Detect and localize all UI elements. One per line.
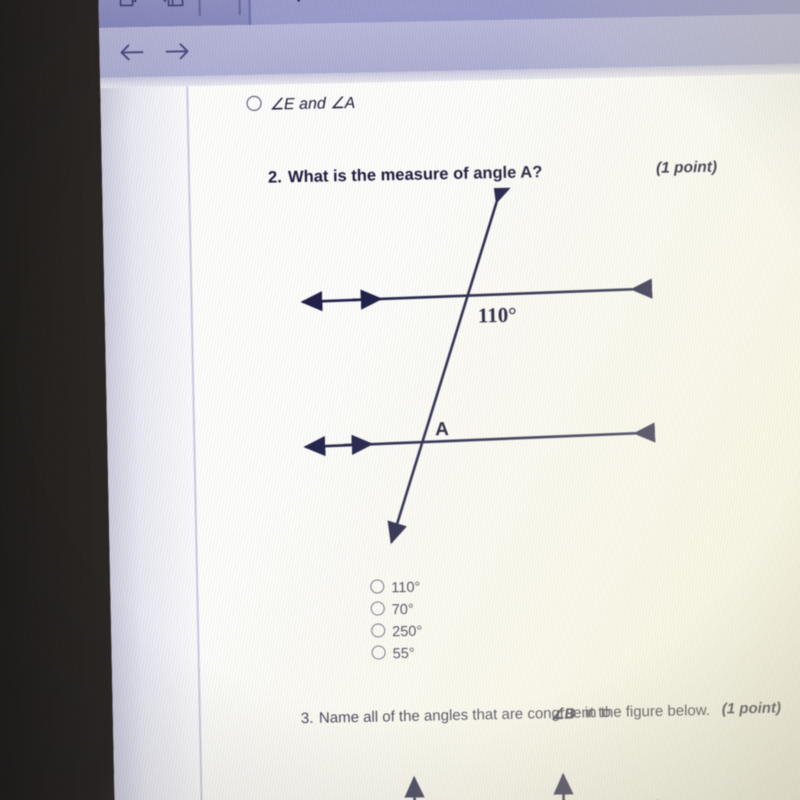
assessment-page: ∠E and ∠C ∠E and ∠A 2. What is the measu… [188, 72, 800, 800]
radio-button[interactable] [371, 623, 386, 638]
bottom-line-parallel-tick [343, 434, 374, 455]
angle-measure-label: 110° [478, 303, 517, 328]
option-row[interactable]: 70° [370, 601, 422, 624]
back-arrow-icon[interactable] [117, 39, 148, 66]
monitor-screen: Properties of Parallel Lines Practice - … [98, 0, 800, 800]
question-3-number: 3. [300, 709, 314, 728]
question-2-points: (1 point) [655, 158, 718, 177]
option-row[interactable]: 110° [370, 579, 421, 602]
question-3-points: (1 point) [721, 699, 782, 718]
browser-viewport: ∠E and ∠C ∠E and ∠A 2. What is the measu… [100, 72, 800, 800]
option-row[interactable]: 55° [371, 645, 422, 668]
parallel-lines-figure: 110° A [300, 184, 656, 545]
option-label: ∠E and ∠A [269, 94, 356, 114]
angle-b-text: ∠B [550, 705, 576, 724]
q3-vertical-line-right [553, 772, 574, 800]
radio-button[interactable] [370, 601, 385, 616]
windows-restore-icon[interactable] [116, 0, 143, 14]
question-3-angle: ∠B [551, 705, 576, 723]
tabstrip-divider [198, 0, 201, 16]
option-label: 110° [391, 579, 421, 597]
forward-arrow-icon[interactable] [161, 38, 192, 65]
option-label: 250° [392, 623, 423, 641]
transversal-line [387, 184, 513, 545]
top-line-parallel-tick [352, 289, 383, 310]
angle-a-label: A [435, 419, 449, 440]
question-2-prompt: What is the measure of angle A? [287, 163, 543, 187]
prev-question-option-2[interactable]: ∠E and ∠A [246, 93, 355, 115]
question-3-prompt-part2: in the figure below. [584, 701, 711, 722]
radio-button[interactable] [246, 95, 262, 112]
q3-vertical-line-left [404, 775, 425, 800]
option-label: 55° [392, 645, 415, 663]
question-2-number: 2. [267, 168, 283, 187]
tabstrip-divider-2 [238, 0, 241, 16]
radio-button[interactable] [370, 579, 385, 594]
question-2-options: 110° 70° 250° 55° [370, 579, 423, 668]
question-3-figure [404, 772, 659, 800]
option-label: 70° [391, 601, 414, 619]
radio-button[interactable] [371, 645, 386, 660]
option-row[interactable]: 250° [371, 623, 422, 646]
photograph-of-monitor: Properties of Parallel Lines Practice - … [0, 0, 800, 800]
set-tabs-aside-icon[interactable] [160, 0, 187, 13]
